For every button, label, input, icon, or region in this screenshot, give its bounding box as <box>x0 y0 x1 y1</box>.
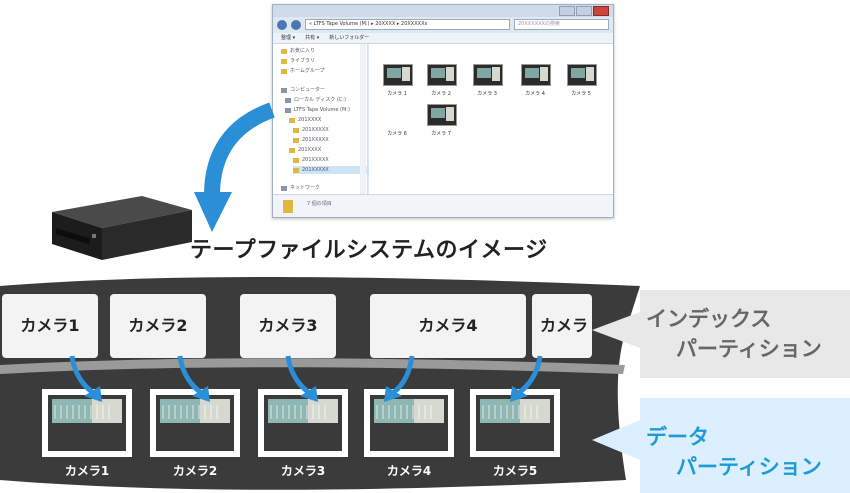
data-label-line1: データ <box>646 425 709 449</box>
index-label-line2: パーティション <box>676 337 822 361</box>
index-label-line1: インデックス <box>646 307 772 331</box>
star-icon <box>281 48 287 54</box>
nav-item-folder-selected[interactable]: 201XXXXX <box>293 166 369 174</box>
status-bar: 7 個の項目 <box>273 194 613 217</box>
mapping-arrow-icon <box>69 355 94 394</box>
data-item-label: カメラ5 <box>492 464 538 478</box>
file-thumbnail[interactable] <box>427 104 457 126</box>
data-item-label: カメラ1 <box>64 464 110 478</box>
minimize-icon[interactable] <box>559 6 575 16</box>
nav-item-ltfs-volume[interactable]: LTFS Tape Volume (M:) <box>285 106 350 114</box>
file-name[interactable]: カメラ 5 <box>561 90 601 97</box>
index-entry: カメラ2 <box>110 294 206 358</box>
mapping-arrow-icon <box>518 355 543 394</box>
share-button[interactable]: 共有 ▾ <box>305 33 319 43</box>
library-icon <box>281 58 287 64</box>
nav-item-folder[interactable]: 201XXXXX <box>293 156 329 164</box>
data-label-line2: パーティション <box>676 455 822 479</box>
explorer-toolbar: 整理 ▾ 共有 ▾ 新しいフォルダー <box>273 33 613 44</box>
folder-icon <box>293 157 299 163</box>
window-titlebar <box>273 5 613 17</box>
nav-scrollbar[interactable] <box>360 44 366 194</box>
folder-icon <box>293 127 299 133</box>
file-name[interactable]: カメラ 4 <box>515 90 555 97</box>
file-name[interactable]: カメラ 6 <box>377 130 417 137</box>
mapping-arrow-icon <box>285 355 310 394</box>
mapping-arrow-icon <box>177 355 202 394</box>
address-bar[interactable]: « LTFS Tape Volume (M:) ▸ 20XXXX ▸ 20XXX… <box>305 19 510 30</box>
file-thumbnail[interactable] <box>473 64 503 86</box>
maximize-icon[interactable] <box>576 6 592 16</box>
nav-item-local-disk[interactable]: ローカル ディスク (C:) <box>285 96 346 104</box>
nav-item-folder[interactable]: 201XXXX <box>289 146 321 154</box>
data-item-label: カメラ3 <box>280 464 326 478</box>
file-name[interactable]: カメラ 2 <box>421 90 461 97</box>
tape-drive-icon <box>52 196 192 260</box>
new-folder-button[interactable]: 新しいフォルダー <box>329 33 369 43</box>
nav-item-favorites[interactable]: お気に入り <box>281 47 315 55</box>
nav-item-folder[interactable]: 201XXXX <box>289 116 321 124</box>
address-row: « LTFS Tape Volume (M:) ▸ 20XXXX ▸ 20XXX… <box>277 19 609 30</box>
data-item-label: カメラ2 <box>172 464 218 478</box>
file-name[interactable]: カメラ 3 <box>467 90 507 97</box>
nav-item-libraries[interactable]: ライブラリ <box>281 57 315 65</box>
file-name[interactable]: カメラ 7 <box>421 130 461 137</box>
folder-icon <box>293 137 299 143</box>
file-explorer-window: « LTFS Tape Volume (M:) ▸ 20XXXX ▸ 20XXX… <box>272 4 614 218</box>
homegroup-icon <box>281 68 287 74</box>
index-partition-callout: インデックス パーティション <box>640 290 850 378</box>
folder-icon <box>293 167 299 173</box>
index-entry: カメラ3 <box>240 294 336 358</box>
organize-button[interactable]: 整理 ▾ <box>281 33 295 43</box>
index-entry: カメラ <box>532 294 592 358</box>
nav-item-homegroup[interactable]: ホームグループ <box>281 67 325 75</box>
file-thumbnail[interactable] <box>567 64 597 86</box>
forward-button[interactable] <box>291 19 301 30</box>
computer-icon <box>281 87 287 93</box>
back-button[interactable] <box>277 19 287 30</box>
curved-arrow-icon <box>194 102 275 232</box>
index-entry: カメラ1 <box>2 294 98 358</box>
mapping-arrows <box>69 355 543 402</box>
file-thumbnail[interactable] <box>521 64 551 86</box>
data-partition-callout: データ パーティション <box>640 398 850 493</box>
nav-item-computer[interactable]: コンピューター <box>281 86 325 94</box>
close-icon[interactable] <box>593 6 609 16</box>
file-list: カメラ 1 カメラ 2 カメラ 3 カメラ 4 カメラ 5 カメラ 6 カメラ … <box>369 44 613 194</box>
data-item-label: カメラ4 <box>386 464 432 478</box>
search-input[interactable]: 20XXXXXXの検索 <box>514 19 609 30</box>
mapping-arrow-icon <box>392 355 415 394</box>
file-thumbnail[interactable] <box>383 64 413 86</box>
index-entry: カメラ4 <box>370 294 526 358</box>
nav-item-folder[interactable]: 201XXXXX <box>293 136 329 144</box>
diagram-title: テープファイルシステムのイメージ <box>190 238 548 263</box>
status-text: 7 個の項目 <box>307 201 332 207</box>
file-name[interactable]: カメラ 1 <box>377 90 417 97</box>
nav-item-folder[interactable]: 201XXXXX <box>293 126 329 134</box>
file-thumbnail[interactable] <box>427 64 457 86</box>
